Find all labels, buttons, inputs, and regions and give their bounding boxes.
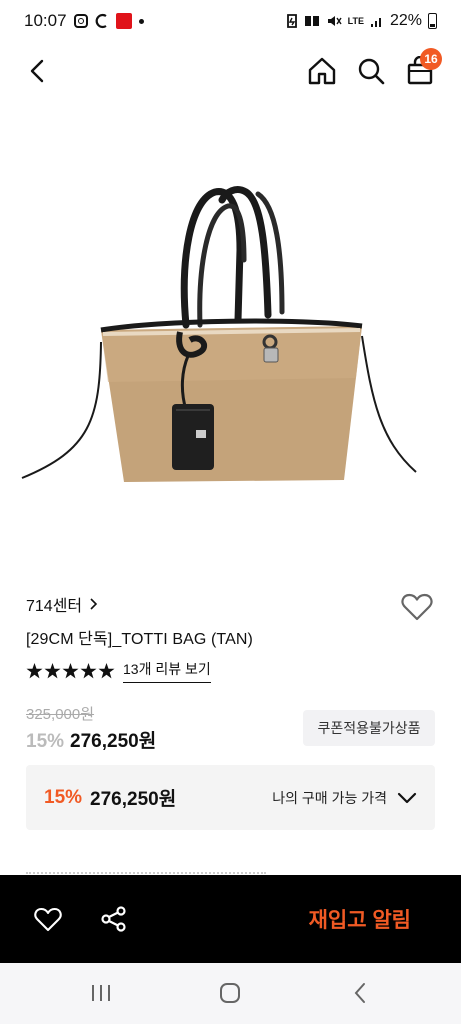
rating-row: 13개 리뷰 보기 — [26, 659, 211, 683]
review-link[interactable]: 13개 리뷰 보기 — [123, 659, 211, 683]
my-price-value: 276,250원 — [90, 789, 177, 810]
network-type: LTE — [347, 15, 364, 26]
brand-name: 714센터 — [26, 598, 83, 615]
discount-percent: 15% — [26, 731, 65, 752]
home-icon — [308, 57, 336, 85]
c-app-notification-icon — [95, 13, 109, 29]
product-title: [29CM 단독]_TOTTI BAG (TAN) — [26, 631, 253, 648]
recent-apps-button[interactable] — [71, 973, 131, 1013]
data-saver-icon — [286, 14, 298, 28]
status-left: 10:07 — [24, 11, 144, 31]
star-icon — [80, 663, 97, 679]
back-nav-button[interactable] — [330, 973, 390, 1013]
star-icon — [98, 663, 115, 679]
home-nav-button[interactable] — [200, 973, 260, 1013]
sale-price-row: 15% 276,250원 — [26, 726, 156, 753]
home-nav-icon — [220, 983, 240, 1003]
like-button[interactable] — [26, 897, 70, 941]
restock-alert-button[interactable]: 재입고 알림 — [309, 875, 411, 963]
cart-button[interactable]: 16 — [398, 46, 442, 96]
search-button[interactable] — [349, 46, 393, 96]
mute-icon — [326, 14, 342, 28]
home-button[interactable] — [300, 46, 344, 96]
bottom-action-bar: 재입고 알림 — [0, 875, 461, 963]
signal-icon — [370, 14, 384, 28]
more-notifications-icon — [138, 18, 144, 24]
back-arrow-icon — [30, 59, 44, 83]
back-button[interactable] — [16, 46, 60, 96]
instagram-notification-icon — [73, 14, 88, 28]
app-notification-icon — [115, 13, 132, 29]
back-nav-icon — [354, 983, 365, 1003]
coupon-unavailable-badge: 쿠폰적용불가상품 — [303, 710, 435, 746]
status-right: LTE 22% — [286, 12, 437, 30]
brand-link[interactable]: 714센터 — [26, 592, 98, 616]
my-price-label: 나의 구매 가능 가격 — [272, 789, 387, 806]
app-header: 16 — [0, 46, 461, 96]
share-icon — [101, 906, 126, 932]
share-button[interactable] — [92, 897, 136, 941]
cart-count-badge: 16 — [420, 48, 442, 70]
recent-apps-icon — [92, 985, 110, 1001]
sale-price: 276,250원 — [70, 731, 157, 752]
my-price-discount: 15% — [44, 786, 83, 808]
star-icon — [44, 663, 61, 679]
heart-icon — [34, 907, 62, 931]
star-icon — [26, 663, 43, 679]
wishlist-button[interactable] — [398, 590, 436, 624]
my-price-dropdown[interactable]: 15% 276,250원 나의 구매 가능 가격 — [26, 765, 435, 830]
search-icon — [358, 58, 385, 85]
status-bar: 10:07 LTE 22% — [0, 0, 461, 42]
battery-icon — [428, 13, 437, 29]
status-time: 10:07 — [24, 11, 67, 30]
battery-percent: 22% — [389, 12, 422, 29]
chevron-down-icon — [397, 792, 417, 804]
chevron-right-icon — [90, 598, 98, 610]
product-image[interactable] — [0, 120, 461, 560]
original-price: 325,000원 — [26, 706, 95, 723]
rating-stars — [26, 663, 115, 679]
star-icon — [62, 663, 79, 679]
system-nav-bar — [0, 963, 461, 1024]
sim-icon — [304, 14, 320, 28]
heart-icon — [401, 593, 433, 621]
